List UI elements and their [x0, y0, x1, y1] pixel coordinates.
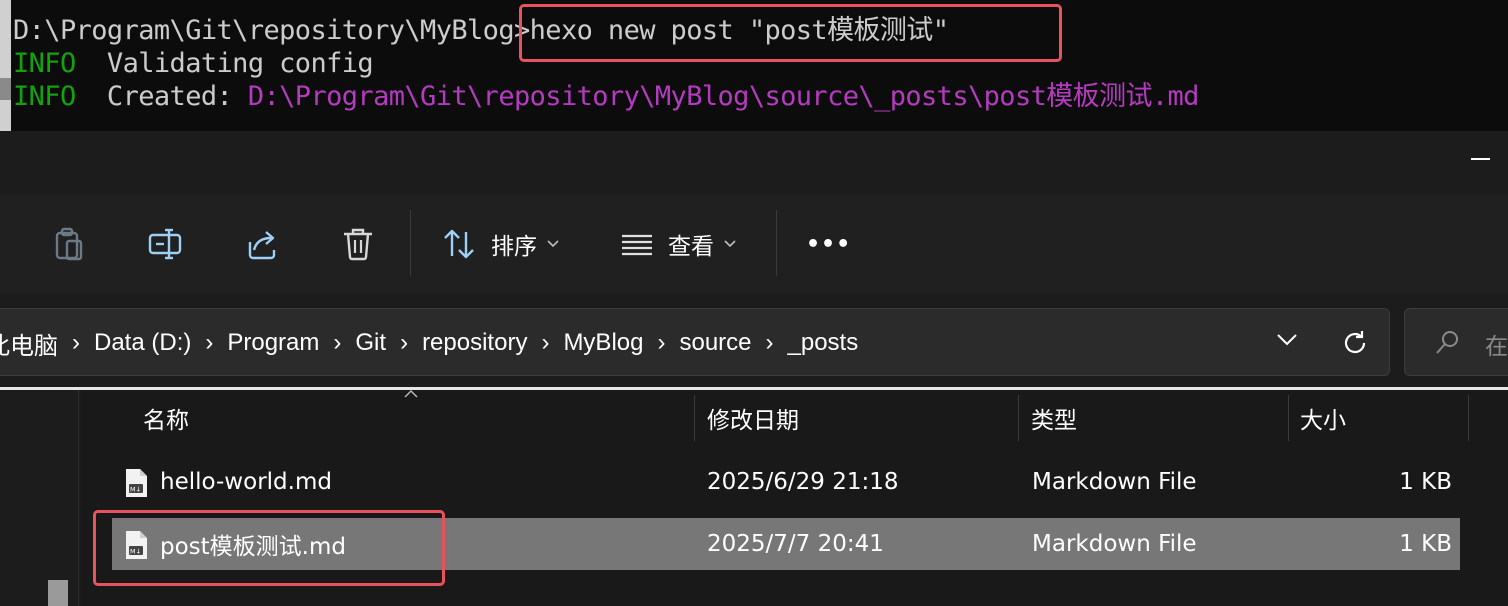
minimize-icon[interactable] — [1471, 158, 1490, 160]
file-row[interactable]: M↓ hello-world.md 2025/6/29 21:18 Markdo… — [112, 456, 1460, 508]
column-header-modified-label: 修改日期 — [707, 408, 799, 434]
breadcrumb-separator-icon[interactable]: › — [657, 329, 665, 357]
file-type: Markdown File — [1032, 469, 1197, 495]
terminal-message: Validating config — [75, 48, 374, 79]
terminal-line-validating: INFO Validating config — [13, 47, 374, 80]
breadcrumb-separator-icon[interactable]: › — [766, 329, 774, 357]
sort-button[interactable]: 排序 — [441, 214, 559, 274]
markdown-file-icon: M↓ — [126, 469, 147, 497]
file-highlight-box — [93, 510, 445, 586]
created-file-path: D:\Program\Git\repository\MyBlog\source\… — [247, 81, 1200, 112]
rename-button[interactable] — [147, 214, 185, 274]
breadcrumb-item[interactable]: MyBlog — [563, 329, 643, 357]
search-icon — [1436, 331, 1458, 354]
delete-button[interactable] — [340, 214, 376, 274]
breadcrumb-item[interactable]: _posts — [788, 329, 859, 357]
breadcrumb-separator-icon[interactable]: › — [205, 329, 213, 357]
column-header-name[interactable]: 名称 — [143, 391, 189, 445]
rename-icon — [148, 228, 182, 260]
address-bar[interactable]: 此电脑 › Data (D:) › Program › Git › repository › MyB… — [0, 308, 1390, 376]
command-highlight-box — [519, 4, 1062, 62]
sort-ascending-icon — [404, 390, 418, 398]
file-size: 1 KB — [1399, 469, 1452, 495]
breadcrumb-item[interactable]: Program — [227, 329, 319, 357]
breadcrumb-item[interactable]: repository — [422, 329, 527, 357]
column-separator[interactable] — [1468, 395, 1469, 441]
terminal-window[interactable]: D:\Program\Git\repository\MyBlog>hexo ne… — [0, 0, 1508, 131]
breadcrumb: 此电脑 › Data (D:) › Program › Git › repository › MyB… — [0, 309, 858, 377]
terminal-message: Created: — [75, 81, 248, 112]
svg-text:M↓: M↓ — [130, 486, 141, 494]
search-placeholder: 在 — [1485, 334, 1508, 360]
breadcrumb-item[interactable]: Git — [355, 329, 386, 357]
more-icon: ••• — [806, 231, 852, 257]
file-size: 1 KB — [1399, 531, 1452, 557]
navigation-pane[interactable] — [0, 390, 80, 606]
terminal-prompt: D:\Program\Git\repository\MyBlog> — [13, 15, 530, 46]
column-header-type[interactable]: 类型 — [1031, 391, 1077, 445]
clipboard-icon — [55, 227, 83, 261]
column-header-modified[interactable]: 修改日期 — [707, 391, 799, 445]
sort-label: 排序 — [491, 234, 537, 260]
breadcrumb-item[interactable]: source — [679, 329, 751, 357]
breadcrumb-separator-icon[interactable]: › — [400, 329, 408, 357]
view-button[interactable]: 查看 — [620, 214, 736, 274]
sort-arrows-icon — [444, 229, 474, 259]
breadcrumb-separator-icon[interactable]: › — [333, 329, 341, 357]
search-input[interactable]: 在 — [1404, 308, 1508, 376]
breadcrumb-item[interactable]: Data (D:) — [94, 329, 191, 357]
chevron-down-icon[interactable] — [1276, 333, 1298, 347]
info-level: INFO — [13, 81, 76, 112]
command-bar: 排序 查看 ••• — [0, 194, 1508, 294]
file-type: Markdown File — [1032, 531, 1197, 557]
column-header-size[interactable]: 大小 — [1300, 391, 1346, 445]
chevron-down-icon — [547, 240, 559, 248]
breadcrumb-separator-icon[interactable]: › — [72, 329, 80, 357]
file-modified: 2025/7/7 20:41 — [707, 531, 884, 557]
column-header-type-label: 类型 — [1031, 408, 1077, 434]
nav-scrollbar-thumb[interactable] — [48, 580, 68, 606]
paste-button[interactable] — [50, 214, 86, 274]
more-options-button[interactable]: ••• — [806, 214, 851, 274]
file-name: hello-world.md — [160, 469, 332, 495]
column-separator[interactable] — [1018, 395, 1019, 441]
info-level: INFO — [13, 48, 76, 79]
navigation-pane-border — [78, 390, 79, 606]
share-icon — [248, 231, 276, 260]
terminal-gutter — [0, 0, 11, 131]
breadcrumb-item[interactable]: 此电脑 — [0, 326, 58, 361]
column-header-size-label: 大小 — [1300, 408, 1346, 434]
refresh-icon[interactable] — [1341, 329, 1369, 357]
terminal-line-created: INFO Created: D:\Program\Git\repository\… — [13, 80, 1199, 113]
toolbar-separator — [776, 210, 777, 276]
toolbar-separator — [410, 210, 411, 276]
column-header-name-label: 名称 — [143, 408, 189, 434]
gutter-fragment — [0, 78, 11, 100]
view-list-icon — [622, 234, 652, 256]
view-label: 查看 — [668, 234, 714, 260]
chevron-down-icon — [724, 240, 736, 248]
share-button[interactable] — [244, 214, 280, 274]
trash-icon — [344, 228, 372, 261]
file-modified: 2025/6/29 21:18 — [707, 469, 899, 495]
column-separator[interactable] — [1288, 395, 1289, 441]
column-separator[interactable] — [694, 395, 695, 441]
breadcrumb-separator-icon[interactable]: › — [541, 329, 549, 357]
